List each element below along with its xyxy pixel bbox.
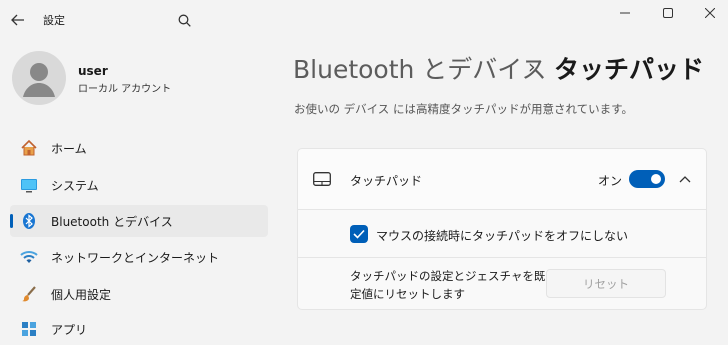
selection-indicator [10, 214, 13, 228]
keep-on-label[interactable]: マウスの接続時にタッチパッドをオフにしない [376, 227, 628, 244]
sidebar-item-label: Bluetooth とデバイス [51, 215, 173, 229]
sidebar-item-label: ネットワークとインターネット [51, 251, 220, 265]
keep-on-checkbox[interactable] [350, 225, 368, 243]
reset-description: タッチパッドの設定とジェスチャを既定値にリセットします [350, 269, 546, 301]
display-icon [20, 176, 38, 194]
sidebar-item-bluetooth-devices[interactable]: Bluetooth とデバイス [10, 205, 268, 237]
home-icon [20, 139, 38, 157]
app-title: 設定 [43, 14, 65, 27]
sidebar-item-personalization[interactable]: 個人用設定 [10, 278, 268, 310]
search-icon [178, 14, 191, 27]
back-button[interactable] [8, 10, 28, 30]
touchpad-toggle[interactable] [629, 170, 665, 188]
breadcrumb-parent[interactable]: Bluetooth とデバイス [293, 50, 547, 86]
collapse-button[interactable] [676, 170, 694, 188]
user-icon [23, 63, 55, 97]
search-button[interactable] [174, 10, 194, 30]
page-description: お使いの デバイス には高精度タッチパッドが用意されています。 [294, 102, 633, 116]
maximize-button[interactable] [648, 0, 688, 26]
paintbrush-icon [20, 285, 38, 303]
sidebar-item-label: システム [51, 179, 99, 193]
user-name: user [78, 64, 108, 78]
sidebar-item-apps[interactable]: アプリ [10, 313, 268, 345]
breadcrumb-separator: › [528, 56, 536, 78]
sidebar-item-label: アプリ [51, 323, 88, 337]
touchpad-label: タッチパッド [350, 174, 423, 188]
sidebar-item-label: 個人用設定 [51, 288, 112, 302]
touchpad-icon [313, 171, 331, 186]
sidebar-item-system[interactable]: システム [10, 169, 268, 201]
chevron-up-icon [679, 176, 691, 183]
close-button[interactable] [690, 0, 728, 26]
checkmark-icon [353, 229, 365, 239]
minimize-icon [620, 12, 630, 14]
sidebar-item-network[interactable]: ネットワークとインターネット [10, 241, 268, 273]
account-type: ローカル アカウント [78, 84, 172, 95]
sidebar-item-home[interactable]: ホーム [10, 132, 268, 164]
back-arrow-icon [11, 14, 24, 26]
page-title: タッチパッド [554, 55, 705, 84]
toggle-knob [651, 174, 661, 184]
close-icon [705, 8, 715, 18]
bluetooth-icon [20, 212, 38, 230]
minimize-button[interactable] [605, 0, 645, 26]
maximize-icon [663, 8, 673, 18]
sidebar-item-label: ホーム [51, 142, 87, 156]
toggle-state-text: オン [598, 174, 623, 188]
avatar[interactable] [12, 51, 66, 105]
apps-icon [20, 320, 38, 338]
wifi-icon [20, 248, 38, 266]
reset-button[interactable]: リセット [546, 269, 666, 298]
